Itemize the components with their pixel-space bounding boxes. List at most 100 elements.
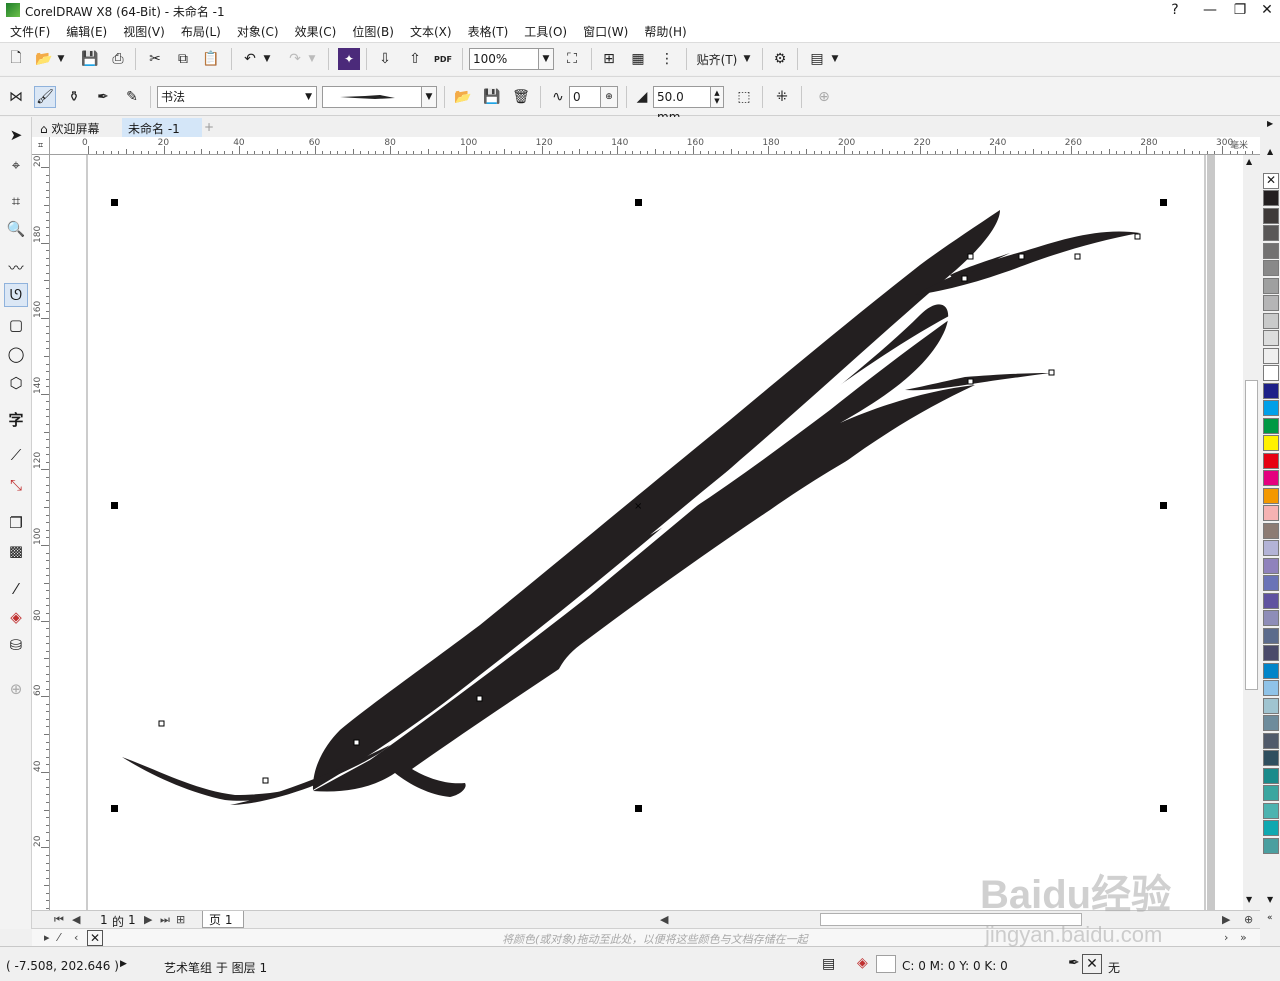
scroll-right-icon[interactable]: ▶ xyxy=(1222,913,1230,926)
open-dropdown-icon[interactable]: ▼ xyxy=(54,48,68,70)
smart-fill-tool-icon[interactable]: ⛁ xyxy=(4,633,28,657)
palette-swatch[interactable] xyxy=(1263,452,1279,469)
menu-object[interactable]: 对象(C) xyxy=(229,23,287,40)
previous-page-icon[interactable]: ◀ xyxy=(72,913,80,926)
palette-swatch[interactable] xyxy=(1263,645,1279,661)
palette-swatch[interactable] xyxy=(1263,785,1279,801)
palette-swatch[interactable] xyxy=(1263,557,1279,574)
menu-window[interactable]: 窗口(W) xyxy=(575,23,636,40)
cut-icon[interactable]: ✂ xyxy=(144,48,166,70)
palette-swatch[interactable] xyxy=(1263,312,1279,329)
width-spinner-icon[interactable]: ▲ ▼ xyxy=(710,86,724,108)
palette-swatch[interactable] xyxy=(1263,592,1279,609)
scroll-down-icon[interactable]: ▼ xyxy=(1246,895,1252,904)
artistic-media-tool-icon[interactable]: ᘎ xyxy=(4,283,28,307)
stroke-width-field[interactable]: 50.0 mm xyxy=(653,86,711,124)
new-tab-plus-icon[interactable]: + xyxy=(202,118,218,137)
palette-swatch[interactable] xyxy=(1263,435,1279,451)
snap-to-button[interactable]: 贴齐(T) xyxy=(694,48,740,70)
bounding-box-icon[interactable]: ⁜ xyxy=(771,86,793,108)
palette-swatch[interactable] xyxy=(1263,260,1279,276)
delete-trash-icon[interactable]: 🗑 xyxy=(510,86,532,108)
palette-swatch[interactable] xyxy=(1263,715,1279,731)
menu-layout[interactable]: 布局(L) xyxy=(173,23,229,40)
palette-swatch[interactable] xyxy=(1263,347,1279,364)
transparency-tool-icon[interactable]: ▩ xyxy=(4,539,28,563)
eyedropper-tool-icon[interactable]: ⁄ xyxy=(4,577,28,601)
show-grid-icon[interactable]: ▦ xyxy=(627,48,649,70)
polygon-tool-icon[interactable]: ⬡ xyxy=(4,371,28,395)
copy-icon[interactable]: ⧉ xyxy=(172,48,194,70)
outline-none-icon[interactable]: ✕ xyxy=(1082,954,1102,974)
stroke-dropdown-icon[interactable]: ▼ xyxy=(421,86,437,108)
page-tab-1[interactable]: 页 1 xyxy=(202,911,244,928)
smoothing-slider-icon[interactable]: ⊕ xyxy=(600,86,618,108)
redo-dropdown-icon[interactable]: ▼ xyxy=(305,48,319,70)
palette-swatch[interactable] xyxy=(1263,225,1279,241)
palette-swatch[interactable] xyxy=(1263,470,1279,486)
palette-swatch[interactable] xyxy=(1263,767,1279,784)
scroll-up-icon[interactable]: ▲ xyxy=(1246,157,1252,166)
doc-palette-eyedropper-icon[interactable]: ⁄ xyxy=(58,931,60,944)
palette-swatch[interactable] xyxy=(1263,207,1279,224)
snap-dropdown-icon[interactable]: ▼ xyxy=(740,48,754,70)
vertical-ruler[interactable]: 200 180 160 140 120 100 80 60 40 20 xyxy=(32,155,50,910)
next-page-icon[interactable]: ▶ xyxy=(144,913,152,926)
browse-folder-icon[interactable]: 📂 xyxy=(452,86,474,108)
palette-swatch[interactable] xyxy=(1263,365,1279,381)
vertical-scrollbar[interactable]: ▲ ▼ xyxy=(1243,155,1260,910)
palette-swatch[interactable] xyxy=(1263,277,1279,294)
quick-customize-icon[interactable]: ⊕ xyxy=(813,86,835,108)
publish-pdf-icon[interactable]: PDF xyxy=(432,48,454,70)
palette-swatch[interactable] xyxy=(1263,540,1279,556)
freehand-tool-icon[interactable]: 〰 xyxy=(4,255,28,279)
connector-tool-icon[interactable]: ⤡ xyxy=(4,473,28,497)
calligraphic-icon[interactable]: ✒ xyxy=(92,86,114,108)
palette-swatch[interactable] xyxy=(1263,662,1279,679)
paste-icon[interactable]: 📋 xyxy=(200,48,222,70)
doc-palette-scroll-left-icon[interactable]: ‹ xyxy=(74,931,78,944)
palette-swatch[interactable] xyxy=(1263,242,1279,259)
outline-pen-icon[interactable]: ✒ xyxy=(1068,955,1080,971)
tab-untitled-document[interactable]: 未命名 -1 xyxy=(122,118,202,137)
menu-effects[interactable]: 效果(C) xyxy=(287,23,345,40)
doc-palette-end-icon[interactable]: » xyxy=(1240,931,1247,944)
text-tool-icon[interactable]: 字 xyxy=(4,407,28,431)
palette-swatch[interactable] xyxy=(1263,522,1279,539)
save-stroke-icon[interactable]: 💾 xyxy=(481,86,503,108)
undo-icon[interactable]: ↶ xyxy=(239,48,261,70)
show-guidelines-icon[interactable]: ⋮ xyxy=(656,48,678,70)
palette-swatch[interactable] xyxy=(1263,505,1279,521)
zoom-tool-icon[interactable]: 🔍 xyxy=(4,217,28,241)
palette-swatch[interactable] xyxy=(1263,330,1279,346)
palette-swatch[interactable] xyxy=(1263,820,1279,836)
fill-color-swatch[interactable] xyxy=(876,955,896,973)
navigator-zoom-icon[interactable]: ⊕ xyxy=(1244,913,1253,926)
palette-swatch[interactable] xyxy=(1263,575,1279,591)
drawing-canvas[interactable]: × xyxy=(50,155,1243,910)
palette-swatch[interactable] xyxy=(1263,680,1279,696)
artistic-media-category-select[interactable]: 书法 ▼ xyxy=(157,86,317,108)
doc-palette-menu-icon[interactable]: ▸ xyxy=(44,931,50,944)
drop-shadow-tool-icon[interactable]: ❐ xyxy=(4,511,28,535)
pick-tool-icon[interactable]: ➤ xyxy=(4,123,28,147)
sprayer-icon[interactable]: ⚱ xyxy=(63,86,85,108)
undo-dropdown-icon[interactable]: ▼ xyxy=(260,48,274,70)
menu-edit[interactable]: 编辑(E) xyxy=(58,23,115,40)
application-launcher-icon[interactable]: ▤ xyxy=(806,48,828,70)
zoom-dropdown-icon[interactable]: ▼ xyxy=(538,48,554,70)
minimize-button[interactable]: — xyxy=(1195,0,1225,20)
palette-swatch[interactable] xyxy=(1263,732,1279,749)
help-button[interactable]: ? xyxy=(1160,0,1190,20)
redo-icon[interactable]: ↷ xyxy=(284,48,306,70)
ellipse-tool-icon[interactable]: ◯ xyxy=(4,342,28,366)
menu-help[interactable]: 帮助(H) xyxy=(636,23,694,40)
export-icon[interactable]: ⇧ xyxy=(404,48,426,70)
palette-expand-icon[interactable]: « xyxy=(1267,913,1273,923)
scale-stroke-icon[interactable]: ⬚ xyxy=(733,86,755,108)
options-gear-icon[interactable]: ⚙ xyxy=(769,48,791,70)
doc-palette-scroll-right-icon[interactable]: › xyxy=(1224,931,1228,944)
menu-table[interactable]: 表格(T) xyxy=(460,23,517,40)
search-content-icon[interactable]: ✦ xyxy=(338,48,360,70)
scroll-left-icon[interactable]: ◀ xyxy=(660,913,668,926)
